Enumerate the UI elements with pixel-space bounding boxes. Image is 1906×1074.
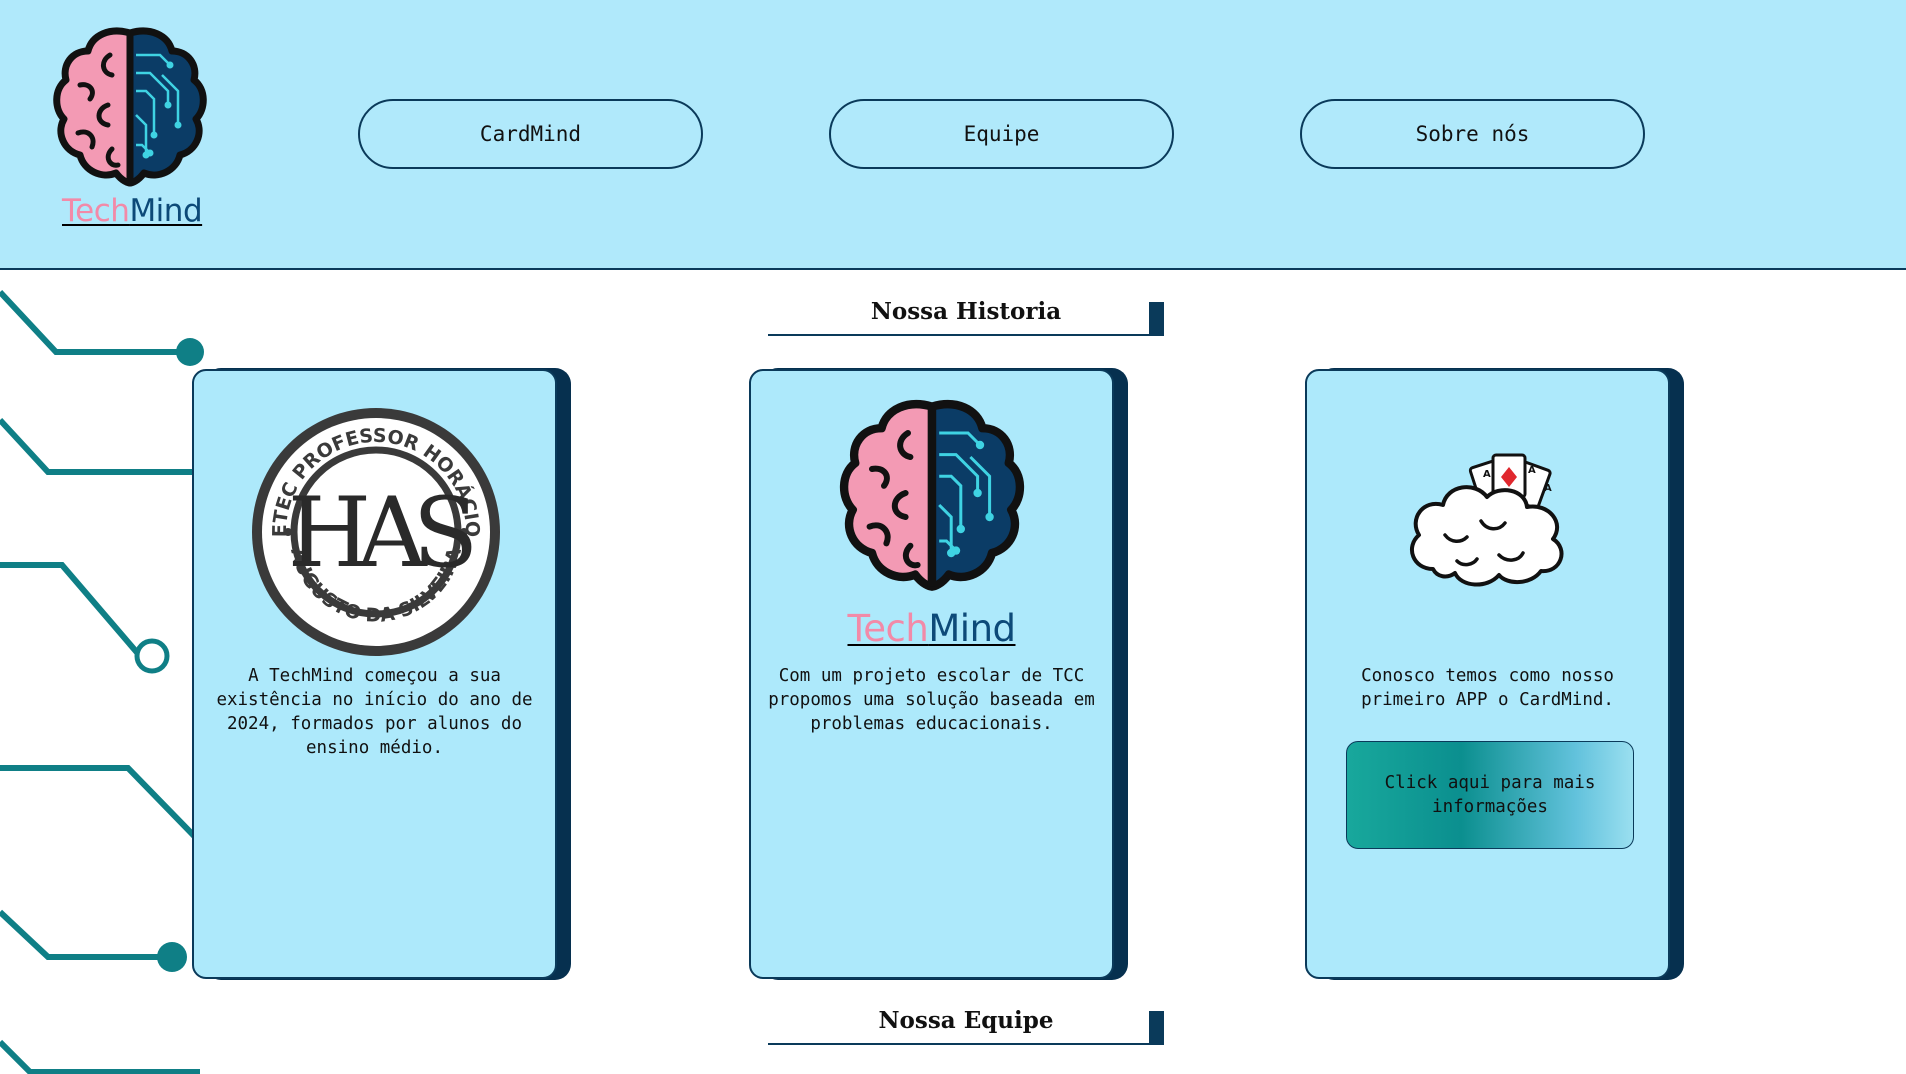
card-text: A TechMind começou a sua existência no i… xyxy=(216,666,533,758)
history-card-techmind: TechMind Com um projeto escolar de TCC p… xyxy=(749,368,1129,980)
seal-monogram: HAS xyxy=(288,477,472,589)
card-body: A A A Conosco temos como nosso primeiro … xyxy=(1305,369,1670,979)
card-body: TechMind Com um projeto escolar de TCC p… xyxy=(749,369,1114,979)
techmind-logo[interactable]: TechMind xyxy=(50,25,215,229)
circuit-node xyxy=(176,338,204,366)
circuit-node xyxy=(157,942,187,972)
card-text: Conosco temos como nosso primeiro APP o … xyxy=(1361,666,1614,710)
section-title-text: Nossa Equipe xyxy=(878,1007,1054,1034)
card-logo-wordmark: TechMind xyxy=(847,607,1016,650)
brain-circuit-icon xyxy=(53,27,207,187)
svg-text:A: A xyxy=(1483,469,1491,480)
section-title-equipe: Nossa Equipe xyxy=(768,997,1164,1045)
nav-sobre-nos-button[interactable]: Sobre nós xyxy=(1300,99,1645,169)
etec-seal-logo: ETEC PROFESSOR HORÁCIO AUGUSTO DA SILVEI… xyxy=(252,408,500,656)
svg-text:A: A xyxy=(1528,465,1536,476)
cardmind-cloud-icon: A A A xyxy=(1410,453,1564,587)
history-card-cardmind: A A A Conosco temos como nosso primeiro … xyxy=(1305,368,1685,980)
brain-circuit-icon xyxy=(839,400,1025,591)
section-title-historia: Nossa Historia xyxy=(768,288,1164,336)
nav-cardmind-button[interactable]: CardMind xyxy=(358,99,703,169)
card-body: ETEC PROFESSOR HORÁCIO AUGUSTO DA SILVEI… xyxy=(192,369,557,979)
card-text: Com um projeto escolar de TCC propomos u… xyxy=(768,666,1095,734)
site-header: TechMind CardMind Equipe Sobre nós xyxy=(0,0,1906,270)
section-title-text: Nossa Historia xyxy=(870,298,1062,325)
title-accent-bar xyxy=(1149,302,1164,334)
title-accent-bar xyxy=(1149,1011,1164,1043)
svg-text:A: A xyxy=(1544,483,1552,494)
more-info-button[interactable]: Click aqui para mais informações xyxy=(1346,741,1634,849)
logo-wordmark: TechMind xyxy=(62,193,203,229)
history-card-etec: ETEC PROFESSOR HORÁCIO AUGUSTO DA SILVEI… xyxy=(192,368,572,980)
circuit-node xyxy=(134,638,170,674)
nav-equipe-button[interactable]: Equipe xyxy=(829,99,1174,169)
